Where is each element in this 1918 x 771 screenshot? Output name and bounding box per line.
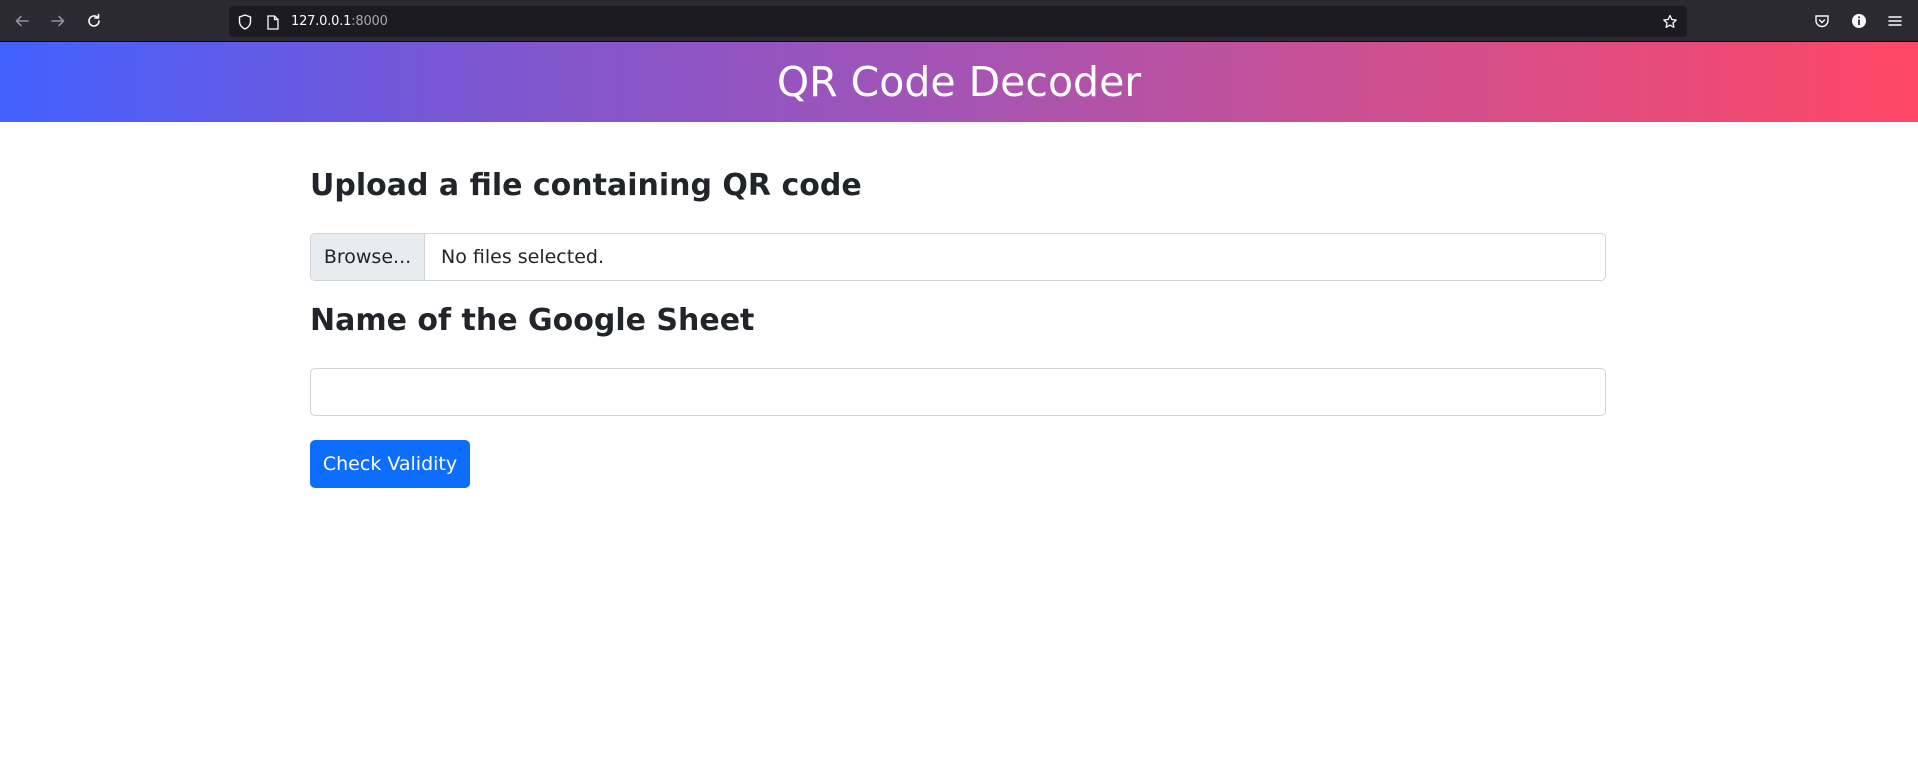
page-title: QR Code Decoder [776, 58, 1142, 106]
upload-heading: Upload a file containing QR code [310, 168, 862, 203]
page-icon [265, 14, 281, 30]
shield-icon[interactable] [237, 14, 253, 30]
file-upload-input[interactable]: Browse... No files selected. [310, 233, 1606, 281]
url-text[interactable]: 127.0.0.1:8000 [291, 14, 388, 29]
file-status: No files selected. [441, 246, 604, 268]
forward-icon[interactable] [47, 10, 69, 32]
header-banner: QR Code Decoder [0, 42, 1918, 122]
star-icon[interactable] [1662, 14, 1678, 30]
url-port: :8000 [351, 14, 388, 29]
browse-button[interactable]: Browse... [311, 234, 425, 280]
reload-icon[interactable] [83, 10, 105, 32]
sheet-name-input[interactable] [310, 368, 1606, 416]
url-host: 127.0.0.1 [291, 14, 352, 29]
info-icon[interactable] [1848, 10, 1870, 32]
url-bar[interactable]: 127.0.0.1:8000 [229, 6, 1687, 37]
sheet-name-heading: Name of the Google Sheet [310, 303, 755, 338]
menu-icon[interactable] [1884, 10, 1906, 32]
back-icon[interactable] [11, 10, 33, 32]
browser-toolbar: 127.0.0.1:8000 [0, 0, 1918, 42]
pocket-icon[interactable] [1811, 10, 1833, 32]
check-validity-button[interactable]: Check Validity [310, 440, 470, 488]
